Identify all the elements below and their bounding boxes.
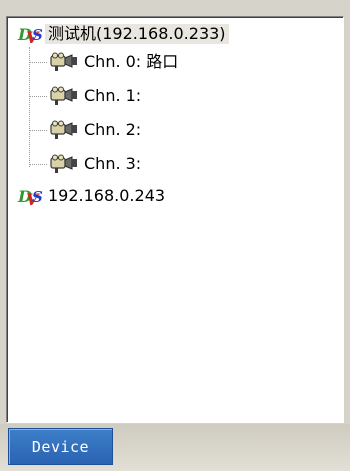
tree-connector (29, 96, 47, 97)
tree-connector (29, 47, 30, 167)
dvs-device-icon: D V S (17, 25, 43, 45)
tab-device[interactable]: Device (8, 428, 113, 465)
camera-icon (50, 120, 77, 139)
device-label: 测试机(192.168.0.233) (45, 24, 229, 44)
device-tree: D V S 测试机(192.168.0.233) Chn. 0: 路口 Chn.… (7, 17, 343, 422)
app-frame: D V S 测试机(192.168.0.233) Chn. 0: 路口 Chn.… (0, 0, 350, 471)
svg-text:S: S (32, 188, 43, 206)
camera-icon (50, 52, 77, 71)
tree-connector (29, 130, 47, 131)
tree-node-device-233[interactable]: D V S 测试机(192.168.0.233) (17, 23, 229, 45)
tree-node-channel-2[interactable]: Chn. 2: (49, 119, 144, 141)
channel-label: Chn. 0: 路口 (84, 52, 179, 71)
camera-icon (50, 154, 77, 173)
tree-connector (29, 62, 47, 63)
dvs-device-icon: D V S (17, 187, 43, 207)
tree-node-channel-0[interactable]: Chn. 0: 路口 (49, 51, 181, 73)
channel-label: Chn. 2: (84, 120, 142, 139)
camera-icon (50, 86, 77, 105)
channel-label: Chn. 1: (84, 86, 142, 105)
tree-node-channel-3[interactable]: Chn. 3: (49, 153, 144, 175)
tree-node-channel-1[interactable]: Chn. 1: (49, 85, 144, 107)
svg-text:S: S (32, 26, 43, 44)
tree-connector (29, 164, 47, 165)
channel-label: Chn. 3: (84, 154, 142, 173)
device-label: 192.168.0.243 (48, 186, 166, 205)
tree-node-device-243[interactable]: D V S 192.168.0.243 (17, 185, 168, 207)
device-tree-panel[interactable]: D V S 测试机(192.168.0.233) Chn. 0: 路口 Chn.… (6, 16, 344, 423)
